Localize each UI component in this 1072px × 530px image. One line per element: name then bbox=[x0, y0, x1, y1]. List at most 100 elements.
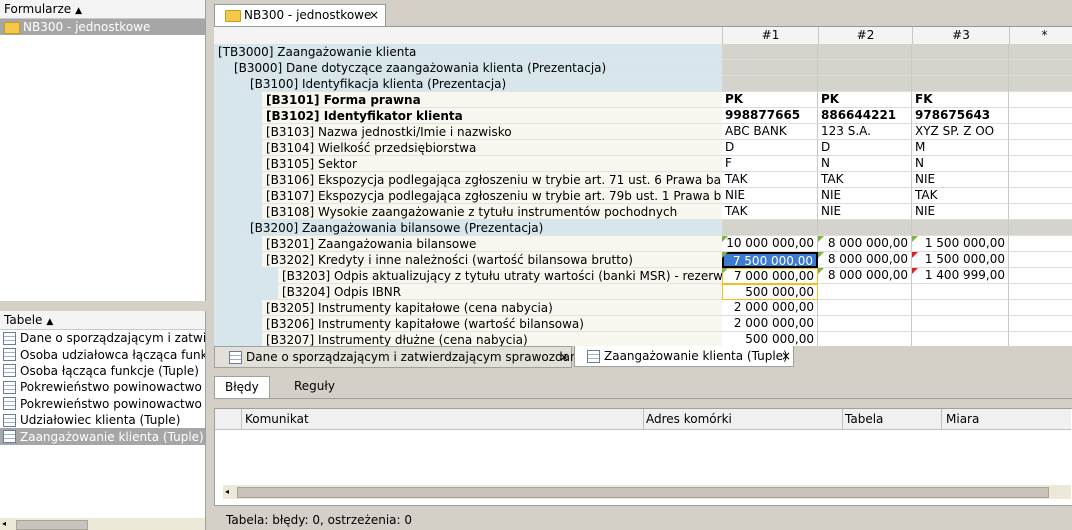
grid-cell[interactable] bbox=[818, 220, 912, 236]
col-header-message[interactable]: Komunikat bbox=[245, 409, 644, 429]
tables-panel-header[interactable]: Tabele ▲ bbox=[0, 311, 205, 330]
grid-cell[interactable]: 8 000 000,00 bbox=[818, 268, 912, 284]
sort-up-icon[interactable]: ▲ bbox=[46, 317, 53, 327]
grid-cell[interactable]: N bbox=[912, 156, 1009, 172]
grid-cell[interactable]: NIE bbox=[912, 204, 1009, 220]
grid-cell[interactable]: 500 000,00 bbox=[722, 332, 818, 347]
grid-cell[interactable] bbox=[1009, 76, 1072, 92]
grid-cell[interactable]: 10 000 000,00 bbox=[722, 236, 818, 252]
scroll-left-icon[interactable]: ◂ bbox=[2, 519, 12, 529]
tables-panel-scrollbar[interactable]: ◂ bbox=[0, 518, 205, 530]
grid-cell[interactable] bbox=[1009, 332, 1072, 347]
grid-cell[interactable] bbox=[1009, 284, 1072, 300]
grid-cell[interactable]: 2 000 000,00 bbox=[722, 316, 818, 332]
grid-cell[interactable] bbox=[1009, 220, 1072, 236]
table-list-item[interactable]: Udziałowiec klienta (Tuple) bbox=[0, 412, 205, 428]
close-icon[interactable]: × bbox=[559, 347, 569, 367]
grid-cell[interactable]: TAK bbox=[818, 172, 912, 188]
grid-cell[interactable] bbox=[1009, 188, 1072, 204]
grid-cell[interactable]: NIE bbox=[818, 204, 912, 220]
col-header-cell-address[interactable]: Adres komórki bbox=[646, 409, 843, 429]
grid-cell[interactable] bbox=[1009, 252, 1072, 268]
col-header-measure[interactable]: Miara bbox=[946, 409, 1070, 429]
grid-cell[interactable]: 123 S.A. bbox=[818, 124, 912, 140]
grid-cell[interactable]: 998877665 bbox=[722, 108, 818, 124]
grid-cell[interactable]: M bbox=[912, 140, 1009, 156]
column-header[interactable]: #1 bbox=[722, 27, 818, 44]
grid-cell[interactable]: 500 000,00 bbox=[722, 284, 818, 300]
grid-cell[interactable] bbox=[1009, 124, 1072, 140]
grid-cell[interactable]: 8 000 000,00 bbox=[818, 236, 912, 252]
table-list-item[interactable]: Osoba łącząca funkcje (Tuple) bbox=[0, 363, 205, 379]
grid-cell[interactable] bbox=[818, 300, 912, 316]
messages-hscrollbar[interactable]: ◂ bbox=[223, 485, 1071, 499]
table-list-item[interactable]: Pokrewieństwo powinowactwo z o bbox=[0, 396, 205, 412]
grid-cell[interactable]: F bbox=[722, 156, 818, 172]
grid-cell[interactable]: ABC BANK bbox=[722, 124, 818, 140]
grid-cell[interactable]: FK bbox=[912, 92, 1009, 108]
column-header[interactable]: #2 bbox=[818, 27, 912, 44]
grid-cell[interactable] bbox=[912, 44, 1009, 60]
table-list-item[interactable]: Osoba udziałowca łącząca funkcje bbox=[0, 346, 205, 362]
scroll-left-icon[interactable]: ◂ bbox=[225, 485, 235, 499]
forms-panel-header[interactable]: Formularze ▲ bbox=[0, 0, 205, 19]
tab-errors[interactable]: Błędy bbox=[214, 376, 270, 398]
grid-cell[interactable]: NIE bbox=[912, 172, 1009, 188]
grid-cell[interactable] bbox=[912, 60, 1009, 76]
scrollbar-thumb[interactable] bbox=[16, 520, 88, 530]
scrollbar-thumb[interactable] bbox=[237, 487, 1049, 498]
grid-cell[interactable] bbox=[818, 332, 912, 347]
grid-cell[interactable] bbox=[1009, 44, 1072, 60]
grid-cell[interactable] bbox=[1009, 172, 1072, 188]
grid-cell[interactable] bbox=[1009, 92, 1072, 108]
grid-cell[interactable] bbox=[1009, 268, 1072, 284]
col-header-table[interactable]: Tabela bbox=[845, 409, 942, 429]
grid-cell[interactable]: TAK bbox=[722, 172, 818, 188]
grid-cell[interactable]: 886644221 bbox=[818, 108, 912, 124]
grid-cell[interactable]: TAK bbox=[912, 188, 1009, 204]
tab-rules[interactable]: Reguły bbox=[284, 376, 345, 397]
grid-cell[interactable]: 8 000 000,00 bbox=[818, 252, 912, 268]
selected-grid-cell[interactable]: 7 500 000,00 bbox=[722, 252, 818, 268]
grid-cell[interactable]: D bbox=[722, 140, 818, 156]
document-tab[interactable]: NB300 - jednostkowe × bbox=[214, 4, 386, 26]
grid-cell[interactable]: PK bbox=[818, 92, 912, 108]
grid-cell[interactable] bbox=[722, 76, 818, 92]
grid-cell[interactable]: N bbox=[818, 156, 912, 172]
column-header[interactable]: * bbox=[1009, 27, 1072, 44]
close-icon[interactable]: × bbox=[781, 346, 791, 366]
grid-cell[interactable]: NIE bbox=[722, 188, 818, 204]
grid-cell[interactable] bbox=[722, 60, 818, 76]
grid-cell[interactable]: XYZ SP. Z OO bbox=[912, 124, 1009, 140]
grid-cell[interactable] bbox=[1009, 316, 1072, 332]
grid-cell[interactable] bbox=[818, 44, 912, 60]
grid-cell[interactable]: TAK bbox=[722, 204, 818, 220]
grid-cell[interactable]: 1 400 999,00 bbox=[912, 268, 1009, 284]
grid-cell[interactable] bbox=[818, 284, 912, 300]
table-list-item[interactable]: Zaangażowanie klienta (Tuple) bbox=[0, 428, 205, 445]
grid-cell[interactable] bbox=[912, 332, 1009, 347]
table-list-item[interactable]: Pokrewieństwo powinowactwo oso bbox=[0, 379, 205, 395]
column-header[interactable]: #3 bbox=[912, 27, 1009, 44]
grid-cell[interactable]: 1 500 000,00 bbox=[912, 252, 1009, 268]
grid-cell[interactable] bbox=[1009, 236, 1072, 252]
grid-cell[interactable] bbox=[1009, 140, 1072, 156]
grid-cell[interactable] bbox=[912, 284, 1009, 300]
grid-cell[interactable] bbox=[818, 316, 912, 332]
grid-cell[interactable] bbox=[1009, 156, 1072, 172]
grid-cell[interactable] bbox=[1009, 60, 1072, 76]
grid-cell[interactable] bbox=[818, 60, 912, 76]
sheet-tab-engagement[interactable]: Zaangażowanie klienta (Tuple) × bbox=[574, 346, 794, 367]
grid-cell[interactable] bbox=[912, 76, 1009, 92]
grid-cell[interactable]: 2 000 000,00 bbox=[722, 300, 818, 316]
grid-cell[interactable] bbox=[818, 76, 912, 92]
grid-cell[interactable] bbox=[912, 220, 1009, 236]
close-icon[interactable]: × bbox=[369, 5, 379, 26]
grid-cell[interactable]: 7 000 000,00 bbox=[722, 268, 818, 284]
table-list-item[interactable]: Dane o sporządzającym i zatwierdz bbox=[0, 330, 205, 346]
grid-cell[interactable]: 1 500 000,00 bbox=[912, 236, 1009, 252]
grid-cell[interactable] bbox=[912, 300, 1009, 316]
grid-cell[interactable] bbox=[722, 44, 818, 60]
grid-cell[interactable] bbox=[722, 220, 818, 236]
grid-cell[interactable] bbox=[1009, 108, 1072, 124]
